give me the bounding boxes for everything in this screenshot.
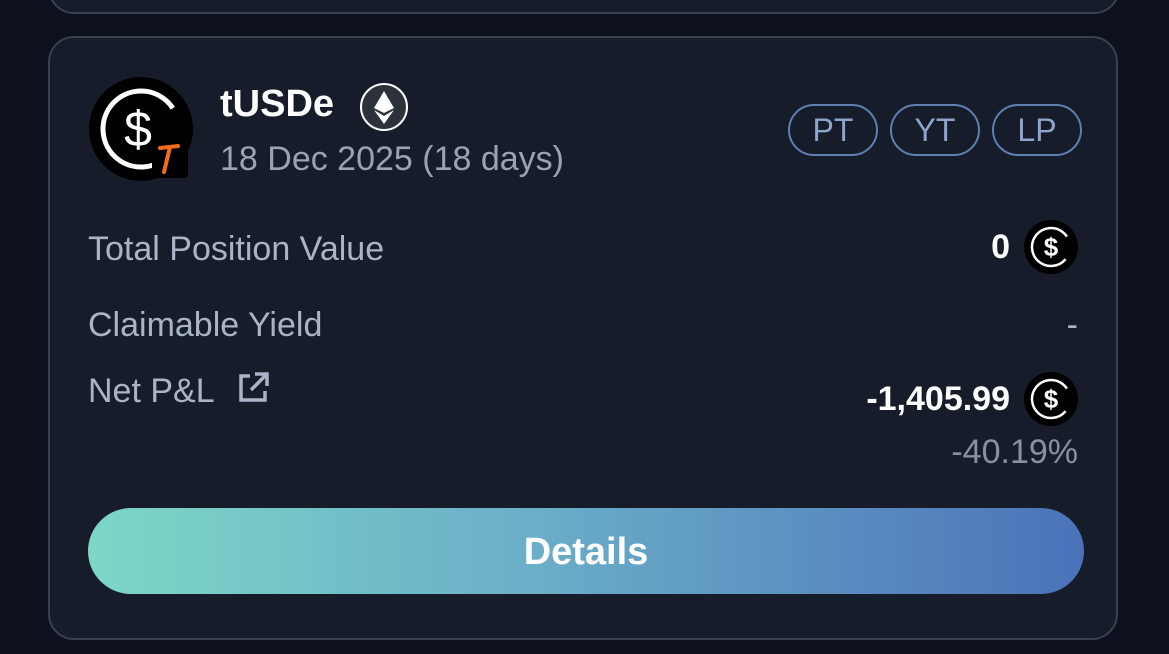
total-position-value-label: Total Position Value xyxy=(88,230,385,268)
usd-dollar-icon: $ xyxy=(1024,220,1078,274)
usd-dollar-icon: $ xyxy=(1024,372,1078,426)
usd-dollar-icon: $ xyxy=(89,77,193,181)
position-tags: PT YT LP xyxy=(788,104,1082,156)
tag-lp[interactable]: LP xyxy=(992,104,1082,156)
position-card: $ tUSDe 18 Dec 2025 (18 days) PT YT LP T… xyxy=(48,36,1118,640)
token-name: tUSDe xyxy=(220,83,335,125)
tag-pt[interactable]: PT xyxy=(788,104,878,156)
svg-text:$: $ xyxy=(1044,232,1059,262)
net-pnl-percent: -40.19% xyxy=(951,433,1078,471)
maturity-date: 18 Dec 2025 (18 days) xyxy=(220,140,564,178)
tag-yt[interactable]: YT xyxy=(890,104,980,156)
net-pnl-amount: -1,405.99 xyxy=(866,380,1010,418)
total-position-value-amount: 0 xyxy=(991,228,1010,266)
claimable-yield-label: Claimable Yield xyxy=(88,306,323,344)
svg-text:$: $ xyxy=(124,101,152,157)
net-pnl-label[interactable]: Net P&L xyxy=(88,370,271,412)
net-pnl-value: -1,405.99 $ xyxy=(866,372,1078,426)
ethereum-icon xyxy=(360,83,408,131)
external-link-icon[interactable] xyxy=(235,370,271,406)
total-position-value: 0 $ xyxy=(991,220,1078,274)
net-pnl-label-text: Net P&L xyxy=(88,372,214,410)
claimable-yield-value: - xyxy=(1066,306,1078,344)
details-button[interactable]: Details xyxy=(88,508,1084,594)
previous-position-card xyxy=(48,0,1120,14)
svg-text:$: $ xyxy=(1044,384,1059,414)
